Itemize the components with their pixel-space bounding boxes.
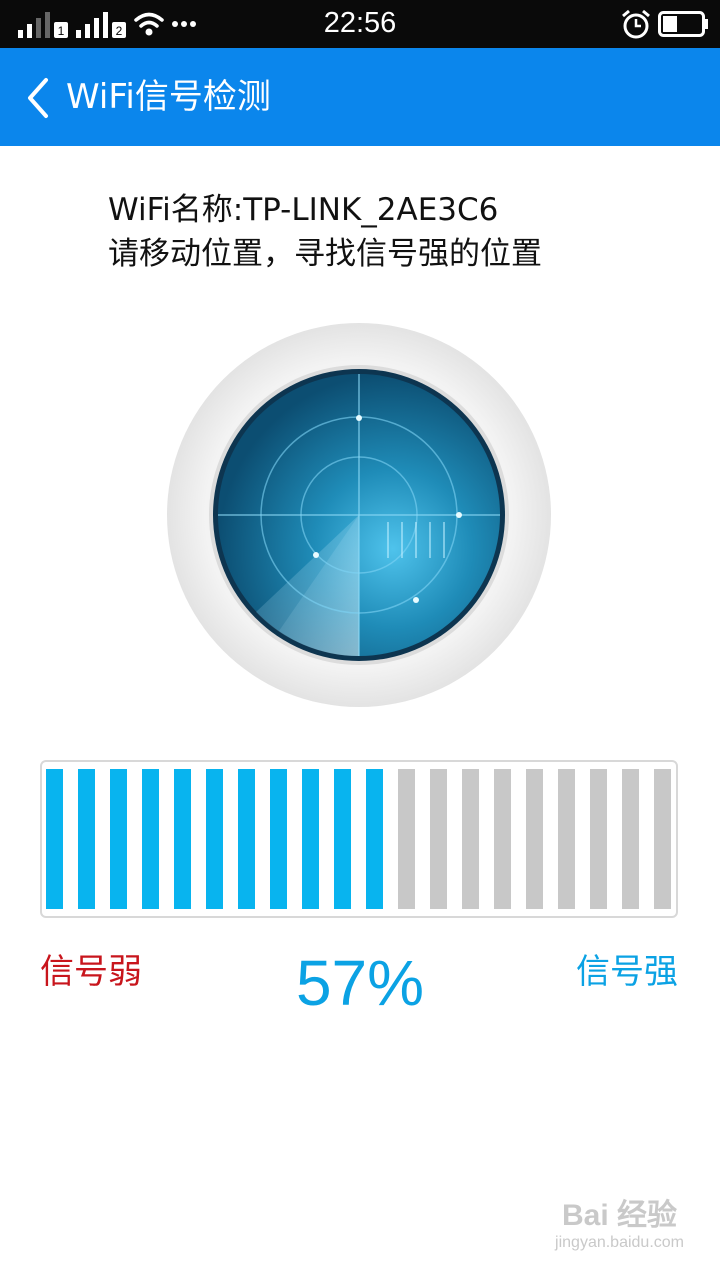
alarm-clock-icon: [622, 9, 650, 39]
signal-bar: [110, 769, 127, 909]
wifi-name: WiFi名称:TP-LINK_2AE3C6: [108, 192, 499, 228]
battery-icon: [658, 11, 708, 37]
baidu-watermark: Bai 经验 jingyan.baidu.com: [555, 1190, 684, 1252]
signal-bar: [366, 769, 383, 909]
signal-bar: [494, 769, 511, 909]
signal-bar: [270, 769, 287, 909]
signal-bar: [526, 769, 543, 909]
status-bar: 1 2 22:56: [0, 0, 720, 48]
status-time: 22:56: [323, 7, 397, 39]
signal-bar: [174, 769, 191, 909]
chevron-left-icon: [28, 78, 48, 118]
signal-bar: [334, 769, 351, 909]
signal-bar: [430, 769, 447, 909]
back-button[interactable]: [24, 76, 54, 120]
signal-bar: [238, 769, 255, 909]
signal-bar: [622, 769, 639, 909]
watermark-url: jingyan.baidu.com: [555, 1234, 684, 1251]
signal-bar: [46, 769, 63, 909]
wifi-info: WiFi名称:TP-LINK_2AE3C6 请移动位置，寻找信号强的位置: [108, 188, 542, 276]
signal-bar: [654, 769, 671, 909]
signal-meter: [40, 760, 678, 918]
signal-bar: [206, 769, 223, 909]
radar-icon: [166, 322, 552, 708]
signal-bar: [462, 769, 479, 909]
hint-text: 请移动位置，寻找信号强的位置: [108, 236, 542, 272]
strong-signal-label: 信号强: [576, 952, 678, 992]
page-title: WiFi信号检测: [66, 77, 271, 117]
signal-bar: [398, 769, 415, 909]
signal-bar: [302, 769, 319, 909]
signal-bar: [142, 769, 159, 909]
app-bar: WiFi信号检测: [0, 48, 720, 146]
watermark-main: Bai 经验: [562, 1199, 678, 1232]
signal-bar: [78, 769, 95, 909]
signal-bar: [558, 769, 575, 909]
signal-bar: [590, 769, 607, 909]
